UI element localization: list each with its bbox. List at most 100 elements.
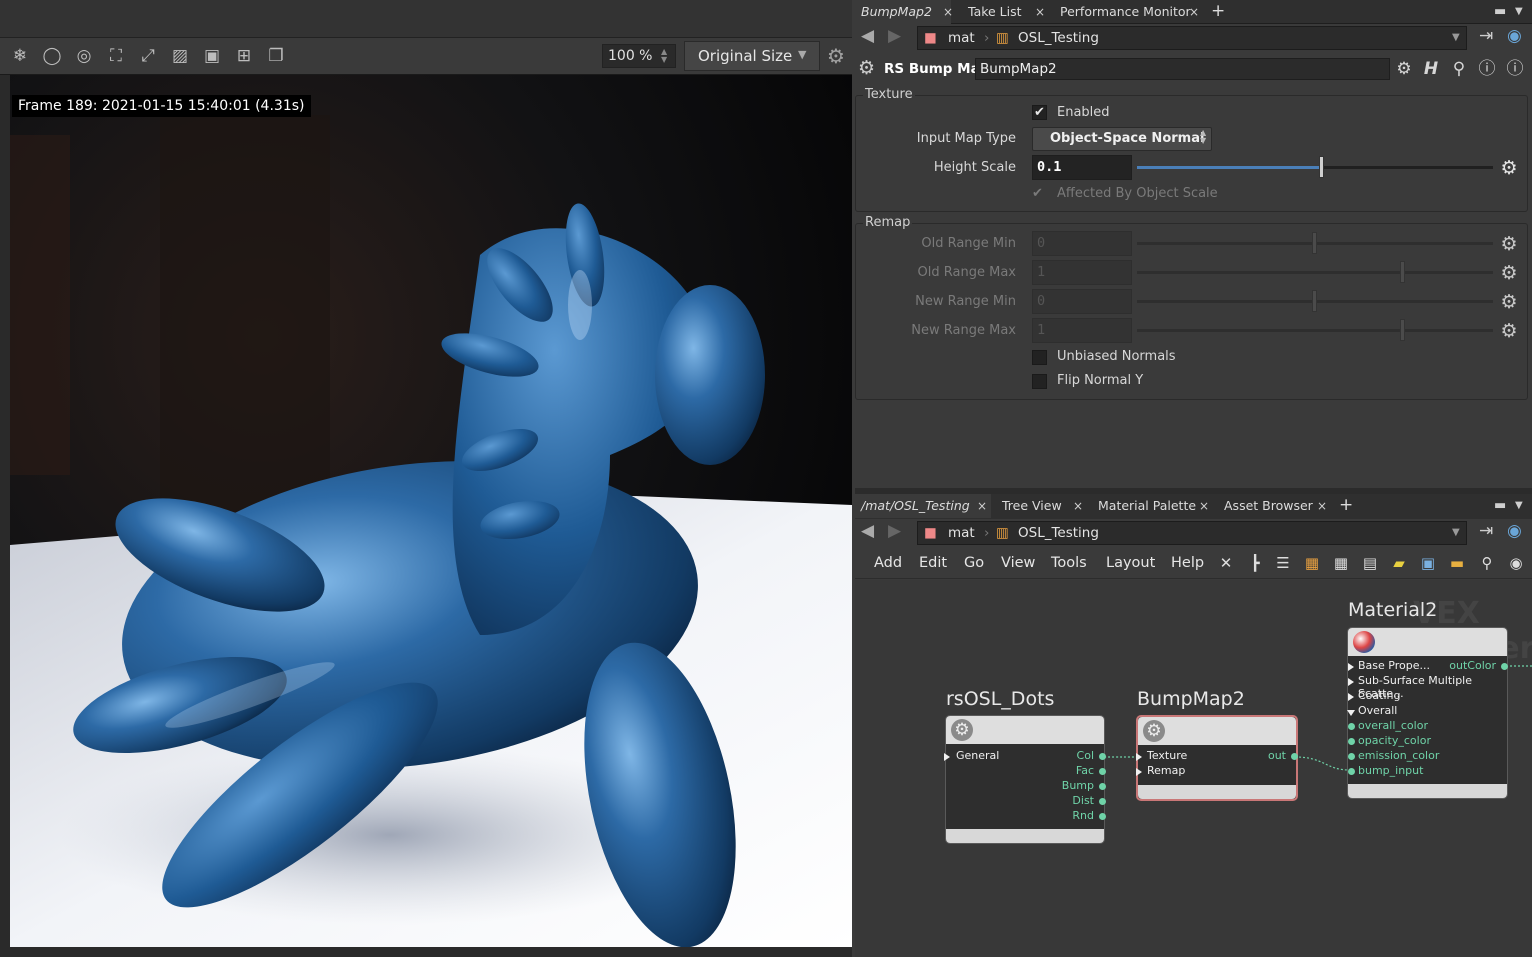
- tab-material-palette[interactable]: Material Palette: [1092, 494, 1212, 518]
- output-port-bump[interactable]: [1099, 783, 1106, 790]
- grid-color-icon[interactable]: ▦: [1302, 553, 1322, 573]
- new-range-max-slider[interactable]: [1137, 329, 1493, 332]
- output-bump[interactable]: Bump: [1046, 779, 1094, 792]
- expand-triangle-icon[interactable]: [1348, 663, 1354, 671]
- node-title-material2[interactable]: Material2: [1348, 599, 1437, 621]
- output-port-rnd[interactable]: [1099, 813, 1106, 820]
- region-circle-icon[interactable]: ◯: [40, 44, 64, 68]
- close-icon[interactable]: ×: [943, 0, 953, 24]
- input-port-emission-color[interactable]: [1348, 753, 1355, 760]
- list-icon[interactable]: ☰: [1273, 553, 1293, 573]
- eye-icon[interactable]: ◉: [1506, 553, 1526, 573]
- output-port-outcolor[interactable]: [1501, 663, 1508, 670]
- height-scale-field[interactable]: 0.1: [1032, 155, 1132, 180]
- chevron-down-icon[interactable]: ▼: [1452, 522, 1460, 544]
- enabled-checkbox[interactable]: ✔: [1032, 105, 1047, 120]
- input-port-opacity-color[interactable]: [1348, 738, 1355, 745]
- pane-menu-icon[interactable]: ▼: [1515, 494, 1523, 518]
- target-icon[interactable]: ◎: [72, 44, 96, 68]
- tab-network-path[interactable]: /mat/OSL_Testing: [855, 494, 991, 518]
- link-icon[interactable]: ◉: [1507, 24, 1522, 48]
- output-rnd[interactable]: Rnd: [1046, 809, 1094, 822]
- menu-tools[interactable]: Tools: [1051, 555, 1087, 571]
- expand-triangle-icon[interactable]: [944, 753, 950, 761]
- menu-add[interactable]: Add: [874, 555, 902, 571]
- chevron-down-icon[interactable]: ▼: [1452, 27, 1460, 49]
- close-icon[interactable]: ×: [1189, 0, 1199, 24]
- menu-layout[interactable]: Layout: [1106, 555, 1155, 571]
- input-emission-color[interactable]: emission_color: [1358, 749, 1439, 762]
- link-icon[interactable]: ◉: [1507, 519, 1522, 543]
- image-icon[interactable]: ▣: [200, 44, 224, 68]
- zoom-spin-icon[interactable]: ▲ ▼: [661, 48, 669, 64]
- input-general[interactable]: General: [956, 749, 999, 762]
- tab-asset-browser[interactable]: Asset Browser: [1218, 494, 1328, 518]
- grid-icon[interactable]: ▦: [1331, 553, 1351, 573]
- group-coating[interactable]: Coating: [1358, 689, 1400, 702]
- render-viewport[interactable]: Frame 189: 2021-01-15 15:40:01 (4.31s): [0, 75, 852, 957]
- close-icon[interactable]: ×: [1073, 494, 1083, 518]
- expand-triangle-icon[interactable]: [1136, 753, 1142, 761]
- render-snowflake-icon[interactable]: ❄: [8, 44, 32, 68]
- pane-menu-icon[interactable]: ▼: [1515, 0, 1523, 24]
- old-range-min-field[interactable]: 0: [1032, 231, 1132, 256]
- node-rsosl-dots[interactable]: ⚙ General Col Fac Bump Dist Rnd: [944, 715, 1106, 844]
- node-header[interactable]: ⚙: [1138, 717, 1296, 745]
- search-icon[interactable]: ⚲: [1448, 58, 1470, 80]
- close-icon[interactable]: ×: [977, 494, 987, 518]
- chevron-down-icon[interactable]: ▼: [798, 48, 806, 61]
- output-port-out[interactable]: [1291, 753, 1298, 760]
- output-fac[interactable]: Fac: [1046, 764, 1094, 777]
- pin-icon[interactable]: ⇥: [1479, 519, 1493, 543]
- output-port-fac[interactable]: [1099, 768, 1106, 775]
- group-overall[interactable]: Overall: [1358, 704, 1397, 717]
- new-range-min-handle[interactable]: [1312, 290, 1317, 312]
- old-range-max-field[interactable]: 1: [1032, 260, 1132, 285]
- node-title-rsosl-dots[interactable]: rsOSL_Dots: [946, 688, 1054, 710]
- expand-triangle-icon[interactable]: [1136, 768, 1142, 776]
- output-out[interactable]: out: [1248, 749, 1286, 762]
- forward-arrow-icon[interactable]: ▶: [888, 519, 901, 543]
- new-range-max-field[interactable]: 1: [1032, 318, 1132, 343]
- background-image-icon[interactable]: ▣: [1418, 553, 1438, 573]
- old-range-max-handle[interactable]: [1400, 261, 1405, 283]
- add-snapshot-icon[interactable]: ⊞: [232, 44, 256, 68]
- close-icon[interactable]: ×: [1317, 494, 1327, 518]
- height-scale-slider-handle[interactable]: [1319, 156, 1324, 178]
- pin-icon[interactable]: ⇥: [1479, 24, 1493, 48]
- output-dist[interactable]: Dist: [1046, 794, 1094, 807]
- input-texture[interactable]: Texture: [1147, 749, 1187, 762]
- network-box-icon[interactable]: ▤: [1360, 553, 1380, 573]
- edit-region-icon[interactable]: ▨: [168, 44, 192, 68]
- node-material2[interactable]: Base Prope... Sub-Surface Multiple Scatt…: [1347, 627, 1508, 799]
- node-title-bumpmap2[interactable]: BumpMap2: [1137, 688, 1245, 710]
- focus-frame-icon[interactable]: ⛶: [104, 44, 128, 68]
- output-port-dist[interactable]: [1099, 798, 1106, 805]
- old-range-max-slider[interactable]: [1137, 271, 1493, 274]
- maximize-icon[interactable]: ▬: [1494, 494, 1506, 518]
- input-port-overall-color[interactable]: [1348, 723, 1355, 730]
- add-tab-icon[interactable]: +: [1339, 494, 1353, 516]
- tab-performance-monitor[interactable]: Performance Monitor: [1054, 0, 1194, 24]
- gear-icon[interactable]: ⚙: [1393, 58, 1415, 80]
- new-range-max-handle[interactable]: [1400, 319, 1405, 341]
- tree-icon[interactable]: ┣: [1245, 553, 1265, 573]
- collapse-triangle-icon[interactable]: [1347, 710, 1355, 716]
- node-header[interactable]: ⚙: [946, 716, 1104, 744]
- expand-icon[interactable]: ⤢: [136, 44, 160, 68]
- unbiased-normals-checkbox[interactable]: [1032, 350, 1047, 365]
- sticky-note-icon[interactable]: ▰: [1389, 553, 1409, 573]
- channel-gear-icon[interactable]: ⚙: [1498, 262, 1520, 284]
- channel-gear-icon[interactable]: ⚙: [1498, 157, 1520, 179]
- back-arrow-icon[interactable]: ◀: [861, 24, 874, 48]
- close-icon[interactable]: ×: [1199, 494, 1209, 518]
- node-header[interactable]: [1348, 628, 1507, 656]
- node-name-field[interactable]: BumpMap2: [975, 58, 1390, 80]
- input-bump-input[interactable]: bump_input: [1358, 764, 1423, 777]
- input-overall-color[interactable]: overall_color: [1358, 719, 1428, 732]
- new-range-min-field[interactable]: 0: [1032, 289, 1132, 314]
- menu-help[interactable]: Help: [1171, 555, 1204, 571]
- channel-gear-icon[interactable]: ⚙: [1498, 233, 1520, 255]
- wrench-icon[interactable]: ✕: [1216, 553, 1236, 573]
- menu-go[interactable]: Go: [964, 555, 984, 571]
